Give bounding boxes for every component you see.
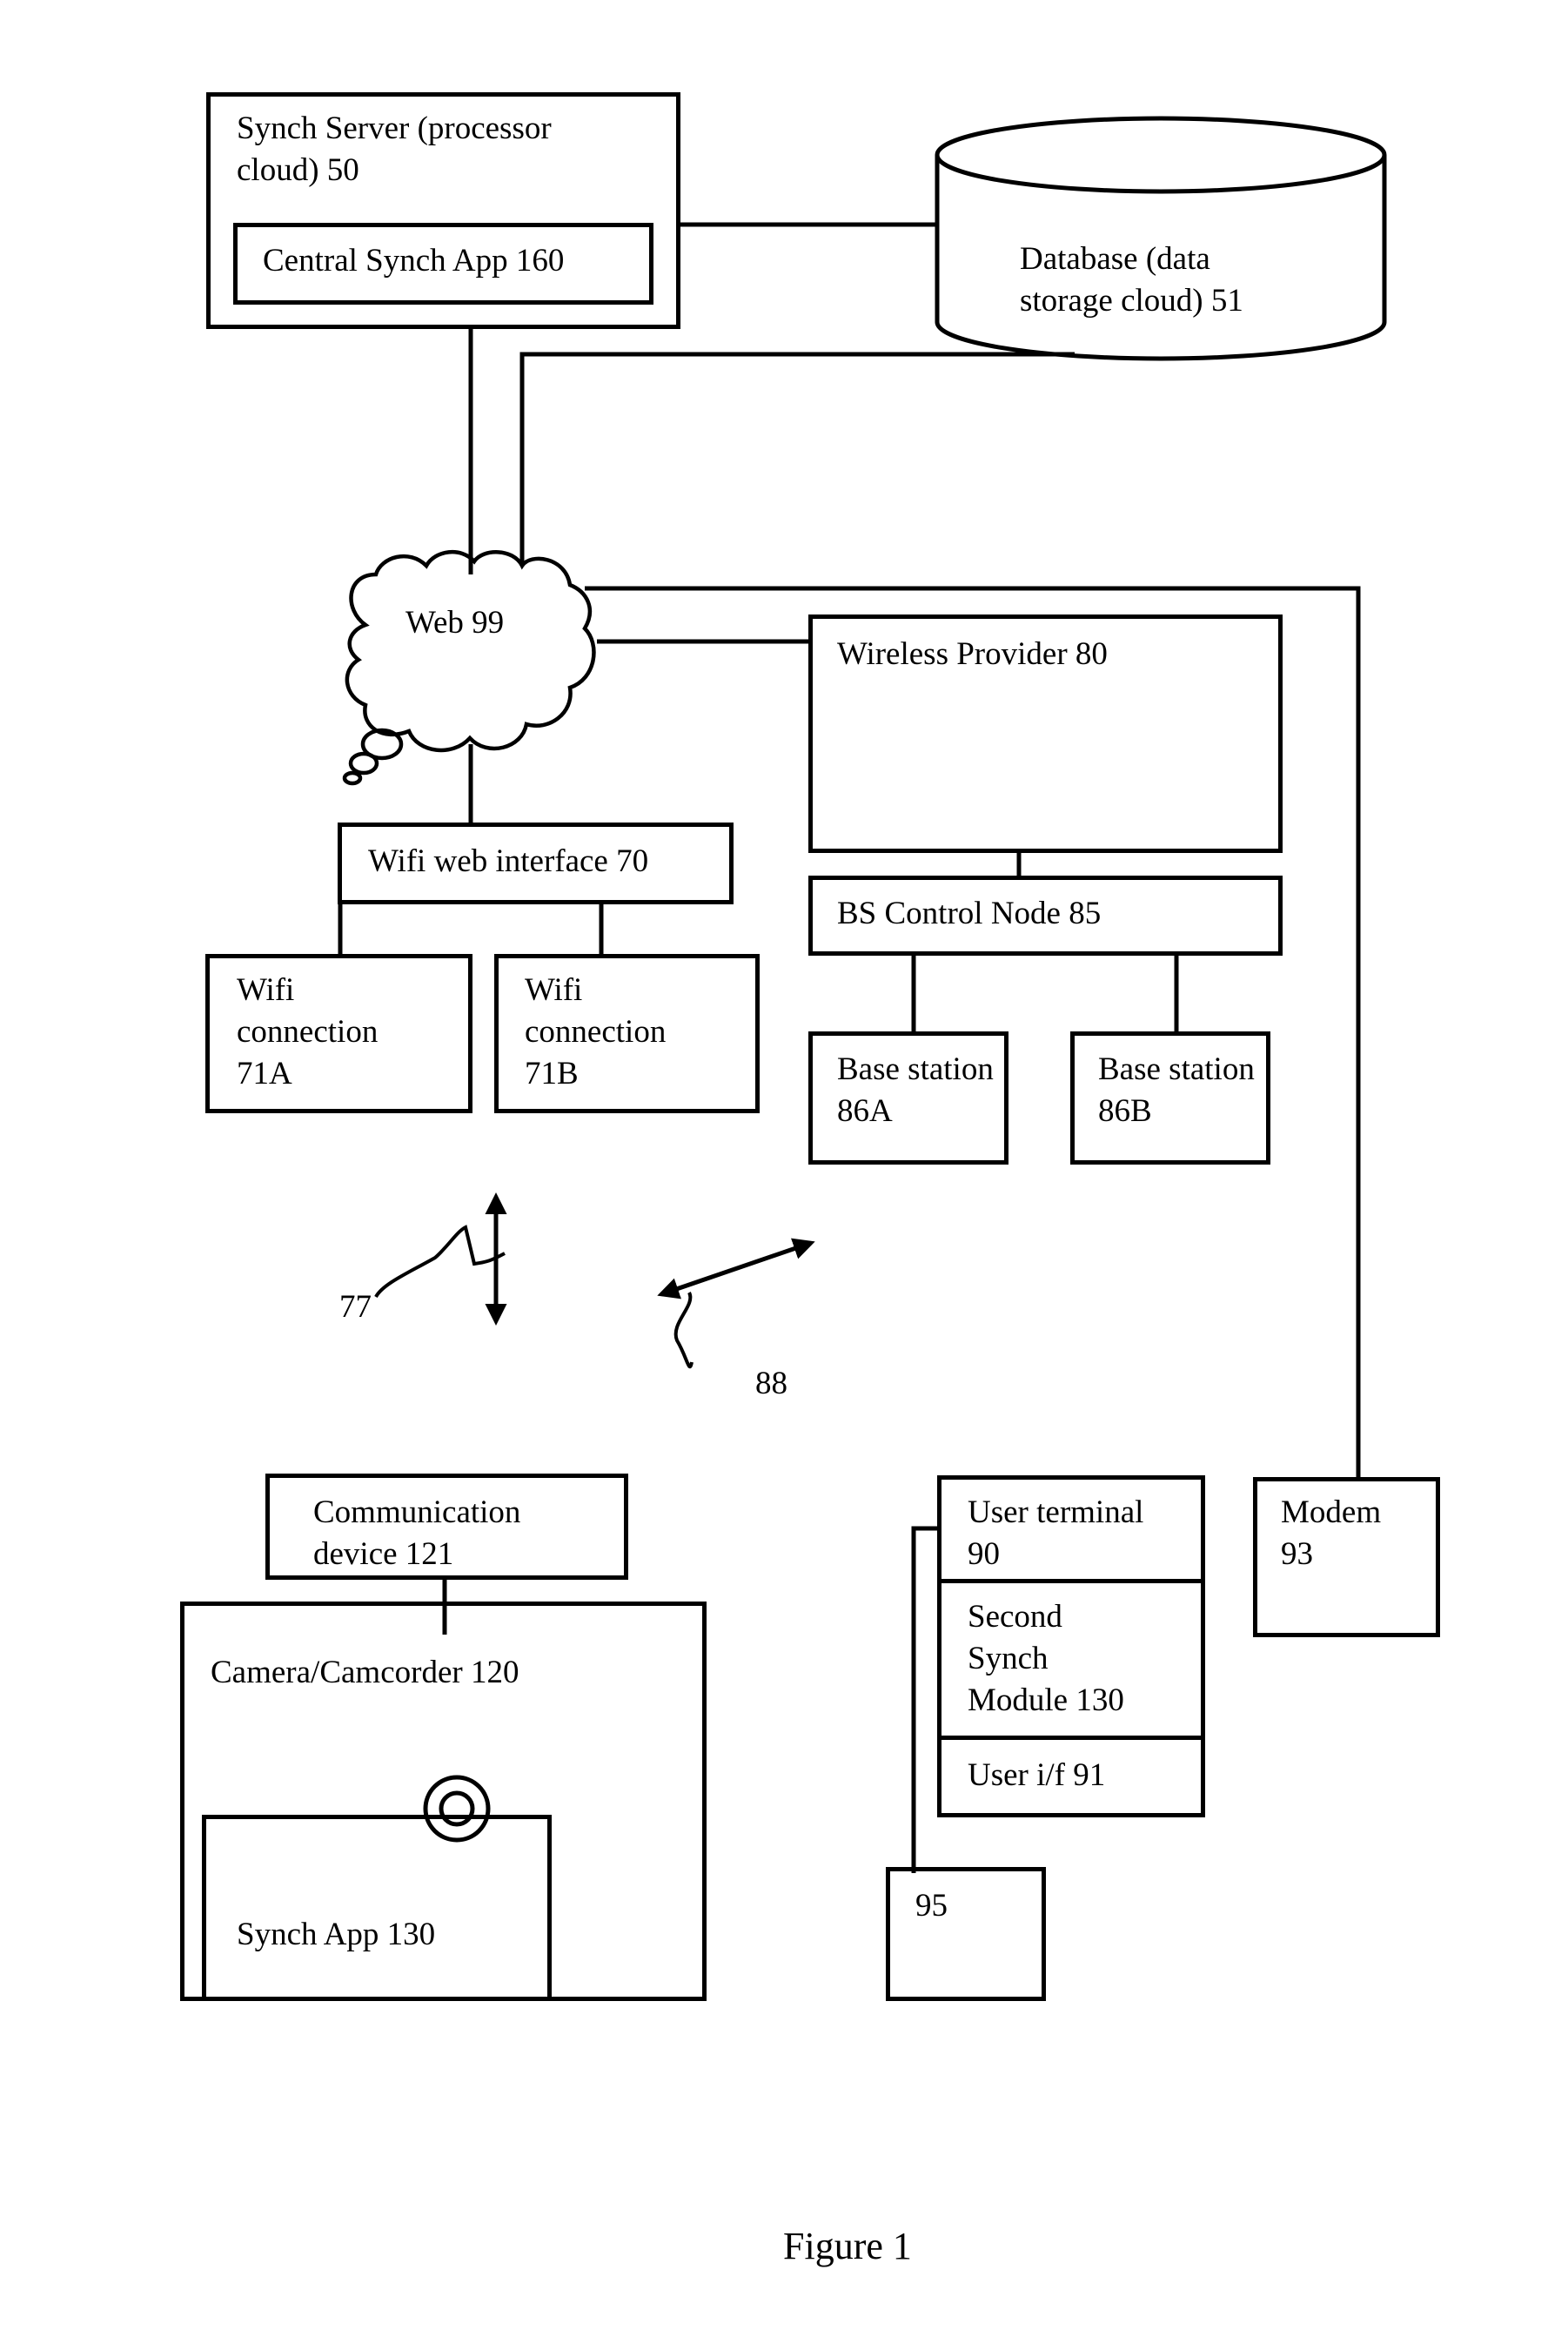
database-label: Database (data storage cloud) 51	[1020, 241, 1243, 319]
wifi-connection-71a-label: Wifi connection 71A	[237, 972, 379, 1091]
label-77: 77	[339, 1289, 372, 1325]
lead-line-77	[374, 1225, 506, 1299]
wifi-connection-71b-label: Wifi connection 71B	[525, 972, 667, 1091]
web-label: Web 99	[405, 605, 505, 641]
wifi-web-interface-label: Wifi web interface 70	[368, 843, 649, 879]
lead-line-88	[673, 1292, 694, 1369]
figure-caption: Figure 1	[783, 2225, 912, 2267]
connector-database-web	[519, 352, 1075, 564]
bs-control-node-label: BS Control Node 85	[837, 896, 1102, 931]
base-station-86a-label: Base station 86A	[837, 1051, 994, 1129]
synch-server-label: Synch Server (processor cloud) 50	[237, 111, 552, 188]
synch-app-label: Synch App 130	[237, 1917, 436, 1952]
user-if-label: User i/f 91	[968, 1757, 1106, 1793]
second-synch-module-label: Second Synch Module 130	[968, 1599, 1124, 1718]
label-88: 88	[755, 1366, 787, 1401]
double-arrow-icon	[657, 1238, 815, 1299]
base-station-86b-label: Base station 86B	[1098, 1051, 1255, 1129]
connector-terminal-95	[911, 1526, 940, 1873]
central-synch-app-label: Central Synch App 160	[263, 243, 565, 279]
communication-device-label: Communication device 121	[313, 1494, 521, 1572]
user-terminal-label: User terminal 90	[968, 1494, 1144, 1572]
camera-label: Camera/Camcorder 120	[211, 1655, 519, 1690]
modem-label: Modem 93	[1281, 1494, 1382, 1572]
device-95-box	[886, 1867, 1046, 2001]
wireless-provider-label: Wireless Provider 80	[837, 636, 1108, 672]
device-95-label: 95	[915, 1888, 948, 1924]
synch-app-box	[202, 1815, 552, 2001]
